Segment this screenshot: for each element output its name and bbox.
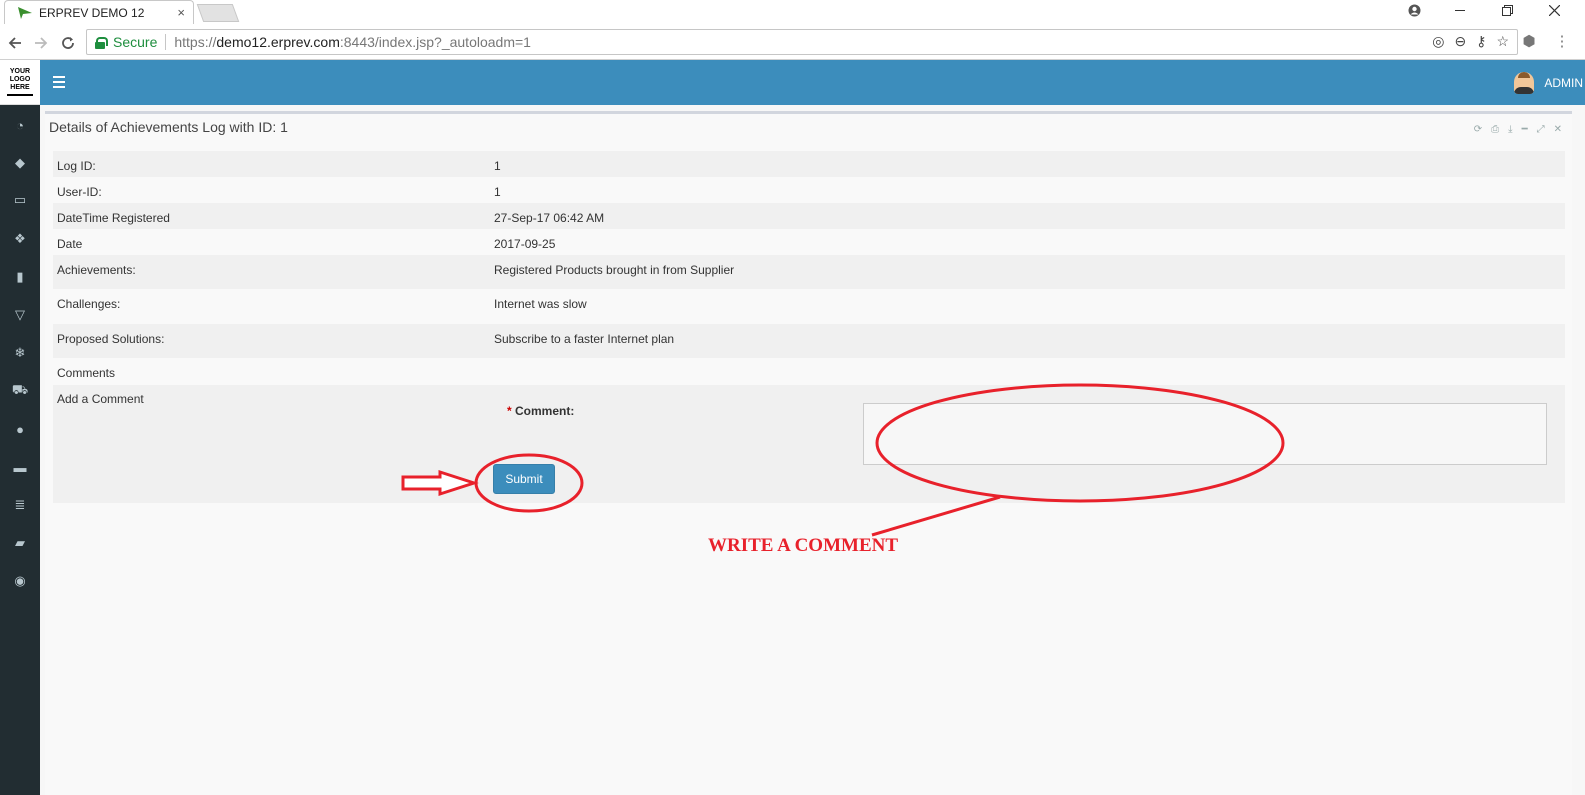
table-row: Proposed Solutions: Subscribe to a faste…: [53, 324, 1565, 358]
comment-textarea[interactable]: [863, 403, 1547, 465]
row-label: Achievements:: [57, 263, 136, 277]
table-row: User-ID: 1: [53, 177, 1565, 203]
url-path: :8443/index.jsp?_autoloadm=1: [339, 34, 531, 50]
secure-label: Secure: [113, 34, 158, 50]
restore-icon[interactable]: [1487, 0, 1527, 20]
url-host: demo12.erprev.com: [216, 34, 340, 50]
tab-title: ERPREV DEMO 12: [39, 5, 145, 20]
building-icon[interactable]: ▮: [0, 267, 40, 287]
logo-line-3: HERE: [10, 84, 30, 91]
money-icon[interactable]: ▭: [0, 190, 40, 210]
row-label: Proposed Solutions:: [57, 332, 165, 346]
avatar: [1514, 72, 1535, 94]
browser-tab-bar: ERPREV DEMO 12 ×: [0, 0, 1585, 24]
row-label: User-ID:: [57, 185, 102, 199]
bookmark-star-icon[interactable]: ☆: [1496, 33, 1509, 50]
minimize-icon[interactable]: [1440, 0, 1480, 20]
panel-tools: ⟳ ⎙ ⤓ ━ ⤢ ✕: [1474, 124, 1562, 135]
row-value: 2017-09-25: [494, 237, 556, 251]
circle-list-icon[interactable]: ●: [0, 419, 40, 439]
browser-tab[interactable]: ERPREV DEMO 12 ×: [4, 0, 194, 24]
reload-icon[interactable]: [57, 32, 79, 54]
annotation-label: WRITE A COMMENT: [708, 535, 899, 556]
company-logo[interactable]: YOUR LOGO HERE: [0, 60, 40, 105]
url-field[interactable]: Secure https://demo12.erprev.com:8443/in…: [86, 29, 1518, 55]
tab-close-icon[interactable]: ×: [177, 5, 185, 20]
cart-icon[interactable]: ⛟: [0, 381, 40, 401]
tag-icon[interactable]: ◆: [0, 153, 40, 173]
forward-arrow-icon[interactable]: [30, 32, 52, 54]
back-arrow-icon[interactable]: [4, 32, 26, 54]
new-tab-button[interactable]: [196, 4, 240, 22]
row-value: 1: [494, 159, 501, 173]
url-text: https://demo12.erprev.com:8443/index.jsp…: [174, 34, 531, 50]
add-comment-section: Add a Comment * Comment: Submit: [53, 385, 1565, 503]
lock-icon: [95, 36, 108, 49]
table-row: Log ID: 1: [53, 151, 1565, 177]
book-icon[interactable]: ▰: [0, 533, 40, 553]
logo-line-1: YOUR: [9, 68, 31, 75]
bucket-icon[interactable]: ▽: [0, 305, 40, 325]
row-label: Comments: [57, 366, 116, 380]
logo-underline: [7, 94, 33, 96]
snowflake-icon[interactable]: ❄: [0, 343, 40, 363]
expand-icon[interactable]: ⤢: [1537, 124, 1545, 135]
cubes-icon[interactable]: ❖: [0, 229, 40, 249]
row-value: Subscribe to a faster Internet plan: [494, 332, 675, 346]
profile-icon[interactable]: [1394, 0, 1434, 20]
browser-address-bar: Secure https://demo12.erprev.com:8443/in…: [0, 24, 1585, 60]
menu-toggle-icon[interactable]: [53, 76, 66, 88]
row-label: Log ID:: [57, 159, 96, 173]
user-label: ADMIN: [1544, 76, 1583, 90]
sidebar: YOUR LOGO HERE ◔ ◆ ▭ ❖ ▮ ▽ ❄ ⛟ ● ▬ ≣ ▰ ◉: [0, 60, 40, 795]
dashboard-icon[interactable]: ◔: [0, 115, 40, 135]
key-icon[interactable]: ⚷: [1476, 33, 1486, 50]
row-value: Internet was slow: [494, 297, 587, 311]
close-panel-icon[interactable]: ✕: [1554, 124, 1562, 135]
row-value: Registered Products brought in from Supp…: [494, 263, 735, 277]
omnibox-separator: [165, 34, 167, 50]
database-icon[interactable]: ≣: [0, 495, 40, 515]
table-row: Date 2017-09-25: [53, 229, 1565, 255]
required-mark: *: [507, 404, 512, 418]
location-icon[interactable]: ◎: [1432, 33, 1444, 50]
row-value: 1: [494, 185, 501, 199]
refresh-icon[interactable]: ⟳: [1474, 124, 1482, 135]
logo-line-2: LOGO: [9, 76, 31, 83]
erprev-favicon-icon: [18, 6, 32, 19]
desktop-icon[interactable]: ▬: [0, 457, 40, 477]
comment-field-label: * Comment:: [507, 404, 574, 418]
url-scheme: https://: [174, 34, 217, 50]
table-row: DateTime Registered 27-Sep-17 06:42 AM: [53, 203, 1565, 229]
details-table: Log ID: 1 User-ID: 1 DateTime Registered…: [53, 151, 1565, 384]
row-label: Challenges:: [57, 297, 121, 311]
extension-icon[interactable]: ⬢: [1519, 31, 1539, 51]
submit-button[interactable]: Submit: [493, 464, 555, 494]
row-label: DateTime Registered: [57, 211, 170, 225]
row-value: 27-Sep-17 06:42 AM: [494, 211, 605, 225]
table-row: Challenges: Internet was slow: [53, 289, 1565, 324]
user-menu[interactable]: ADMIN: [1514, 72, 1583, 94]
window-close-icon[interactable]: [1534, 0, 1574, 20]
page-title: Details of Achievements Log with ID: 1: [49, 119, 288, 135]
app-header: ADMIN: [40, 60, 1585, 105]
download-icon[interactable]: ⤓: [1508, 124, 1512, 135]
print-icon[interactable]: ⎙: [1491, 124, 1499, 135]
collapse-icon[interactable]: ━: [1522, 124, 1528, 135]
life-ring-icon[interactable]: ◉: [0, 571, 40, 591]
zoom-icon[interactable]: ⊖: [1454, 33, 1466, 50]
table-row: Comments: [53, 358, 1565, 384]
comment-label-text: Comment:: [515, 404, 575, 418]
table-row: Achievements: Registered Products brough…: [53, 255, 1565, 289]
browser-menu-icon[interactable]: ⋮: [1552, 31, 1572, 51]
add-comment-label: Add a Comment: [57, 392, 144, 406]
row-label: Date: [57, 237, 83, 251]
